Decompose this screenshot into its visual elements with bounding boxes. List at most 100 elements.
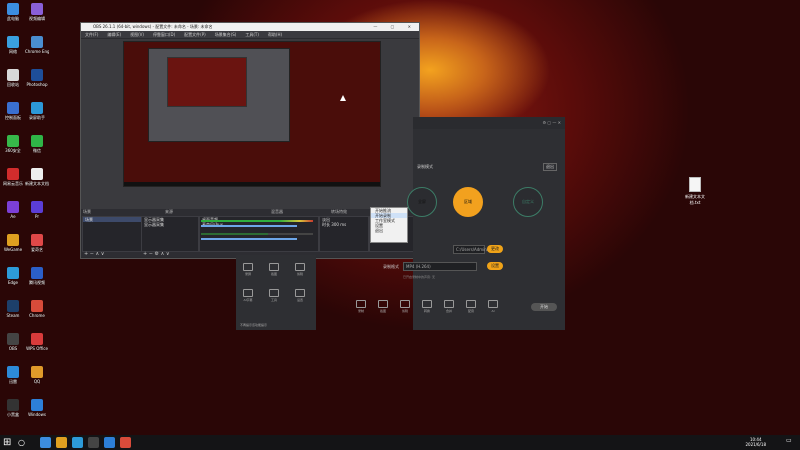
desktop-icon[interactable]: Edge xyxy=(1,267,25,285)
desktop-icon[interactable]: QQ xyxy=(25,366,49,384)
toolbar-button[interactable]: 转换 xyxy=(421,300,433,313)
toolbar-button[interactable]: 合并 xyxy=(443,300,455,313)
desktop-icon[interactable]: 网易云音乐 xyxy=(1,168,25,186)
app-icon xyxy=(7,69,19,81)
taskbar-app-icon[interactable] xyxy=(56,437,67,448)
toolbar-button[interactable]: 录制 xyxy=(355,300,367,313)
taskbar-app-icon[interactable] xyxy=(40,437,51,448)
desktop-icon[interactable]: 控制面板 xyxy=(1,102,25,120)
toolbar-button[interactable]: AI xyxy=(487,300,499,313)
mini-panel-button[interactable]: 录屏 xyxy=(242,263,254,276)
transitions-panel[interactable]: 淡出 时长 300 ms xyxy=(319,216,369,252)
obs-menu-item[interactable]: 视图(V) xyxy=(130,32,144,38)
desktop-icon[interactable]: Chrome Engine xyxy=(25,36,49,54)
obs-title-bar[interactable]: OBS 26.1.1 (64-bit, windows) - 配置文件: 未命名… xyxy=(81,23,419,31)
desktop-icon[interactable]: OBS xyxy=(1,333,25,351)
desktop-icon[interactable]: 此电脑 xyxy=(1,3,25,21)
controls-menu-item[interactable]: 退出 xyxy=(371,228,407,233)
mini-panel-button[interactable]: 剪辑 xyxy=(294,263,306,276)
nested-preview xyxy=(148,48,290,142)
desktop-icon[interactable]: Ae xyxy=(1,201,25,219)
desktop-icon[interactable]: Photoshop xyxy=(25,69,49,87)
change-path-button[interactable]: 更改 xyxy=(487,245,503,253)
desktop-icon[interactable]: 小黑盒 xyxy=(1,399,25,417)
taskbar-app-icon[interactable] xyxy=(104,437,115,448)
desktop-icon[interactable]: 360安全 xyxy=(1,135,25,153)
scene-add-remove-buttons[interactable]: + − ∧ ∨ xyxy=(84,251,104,257)
desktop-icon[interactable]: 迅雷 xyxy=(1,366,25,384)
scenes-panel[interactable]: 场景 xyxy=(82,216,142,252)
obs-menu-item[interactable]: 帮助(H) xyxy=(268,32,282,38)
app-icon xyxy=(7,300,19,312)
desktop-icon[interactable]: 网络 xyxy=(1,36,25,54)
mini-panel-label: 设置 xyxy=(296,298,303,302)
taskbar-clock[interactable]: 10:44 2021/6/18 xyxy=(745,437,766,447)
windows-start-icon[interactable]: ⊞ xyxy=(3,437,14,448)
controls-menu[interactable]: 开始推流 开始录制 工作室模式 设置 退出 xyxy=(370,207,408,243)
desktop-icon[interactable]: Pr xyxy=(25,201,49,219)
obs-window[interactable]: OBS 26.1.1 (64-bit, windows) - 配置文件: 未命名… xyxy=(80,22,420,259)
mode-option[interactable]: 全屏 xyxy=(407,187,437,217)
notification-icon[interactable]: ▭ xyxy=(786,437,794,448)
desktop-icon-label: 腾讯视频 xyxy=(29,280,45,285)
format-label: 录制格式 xyxy=(383,264,399,269)
taskbar-app-icon[interactable] xyxy=(88,437,99,448)
taskbar-app-icon[interactable] xyxy=(72,437,83,448)
start-button[interactable]: 开始 xyxy=(531,303,557,311)
transition-duration[interactable]: 时长 300 ms xyxy=(320,222,368,227)
desktop-icon[interactable]: Windows xyxy=(25,399,49,417)
mini-panel-button[interactable]: 截图 xyxy=(268,263,280,276)
obs-preview[interactable] xyxy=(81,39,419,209)
desktop-icon[interactable]: 录屏助手 xyxy=(25,102,49,120)
search-icon[interactable]: ○ xyxy=(18,437,29,448)
obs-menu-item[interactable]: 工具(T) xyxy=(245,32,259,38)
recorder-title-bar[interactable]: ⚙ ▢ — ✕ xyxy=(413,117,565,129)
duration-value[interactable]: 300 ms xyxy=(331,222,346,227)
mode-option-active[interactable]: 区域 xyxy=(453,187,483,217)
format-field[interactable]: MP4 (H.264) xyxy=(403,262,477,271)
source-item[interactable]: 显示器采集 xyxy=(142,222,198,227)
desktop-icon[interactable]: 新建文本文档 xyxy=(25,168,49,186)
tool-icon xyxy=(466,300,476,308)
volume-slider[interactable] xyxy=(201,225,297,227)
taskbar-app-icon[interactable] xyxy=(120,437,131,448)
desktop-icon[interactable]: 回收站 xyxy=(1,69,25,87)
app-icon xyxy=(31,333,43,345)
desktop-icon-label: OBS xyxy=(8,346,18,351)
exit-button[interactable]: 退出 xyxy=(543,163,557,171)
desktop-icon[interactable]: WPS Office xyxy=(25,333,49,351)
mode-option[interactable]: 自定义 xyxy=(513,187,543,217)
desktop-icon[interactable]: Steam xyxy=(1,300,25,318)
desktop-icon-label: Edge xyxy=(7,280,19,285)
obs-menu-item[interactable]: 场景集合(S) xyxy=(215,32,237,38)
obs-window-title: OBS 26.1.1 (64-bit, windows) - 配置文件: 未命名… xyxy=(93,24,213,29)
desktop-icon[interactable]: 爱奇艺 xyxy=(25,234,49,252)
window-controls[interactable]: ⚙ ▢ — ✕ xyxy=(542,120,561,125)
toolbar-button[interactable]: 配音 xyxy=(465,300,477,313)
desktop-icon[interactable]: 微信 xyxy=(25,135,49,153)
recorder-mini-panel[interactable]: 不再提示该功能提示 录屏 截图 剪辑 AI字幕 工具 设置 xyxy=(236,255,316,330)
recorder-window[interactable]: ⚙ ▢ — ✕ 录制模式 退出 全屏 区域 自定义 C:/Users/Admin… xyxy=(356,117,565,330)
desktop-icon[interactable]: 腾讯视频 xyxy=(25,267,49,285)
obs-menu-item[interactable]: 停靠窗口(D) xyxy=(153,32,175,38)
scene-item[interactable]: 场景 xyxy=(83,217,141,222)
format-settings-button[interactable]: 设置 xyxy=(487,262,503,270)
source-add-remove-buttons[interactable]: + − ⚙ ∧ ∨ xyxy=(143,251,170,257)
toolbar-button[interactable]: 截图 xyxy=(377,300,389,313)
desktop-icon[interactable]: Chrome xyxy=(25,300,49,318)
obs-menu-item[interactable]: 文件(F) xyxy=(85,32,98,38)
volume-slider[interactable] xyxy=(201,238,297,240)
window-controls[interactable]: — ▢ ✕ xyxy=(373,23,417,31)
desktop-file[interactable]: 新建文本文档.txt xyxy=(683,177,707,206)
toolbar-button[interactable]: 剪辑 xyxy=(399,300,411,313)
sources-panel[interactable]: 显示器采集 显示器采集 xyxy=(141,216,199,252)
desktop-icon[interactable]: 视频编辑 xyxy=(25,3,49,21)
mini-panel-button[interactable]: AI字幕 xyxy=(242,289,254,302)
tool-icon xyxy=(444,300,454,308)
mini-panel-button[interactable]: 工具 xyxy=(268,289,280,302)
obs-menu-item[interactable]: 编辑(E) xyxy=(107,32,121,38)
desktop-icon[interactable]: WeGame xyxy=(1,234,25,252)
path-field[interactable]: C:/Users/Admin/Videos xyxy=(453,245,501,254)
mini-panel-button[interactable]: 设置 xyxy=(294,289,306,302)
obs-menu-item[interactable]: 配置文件(P) xyxy=(184,32,206,38)
